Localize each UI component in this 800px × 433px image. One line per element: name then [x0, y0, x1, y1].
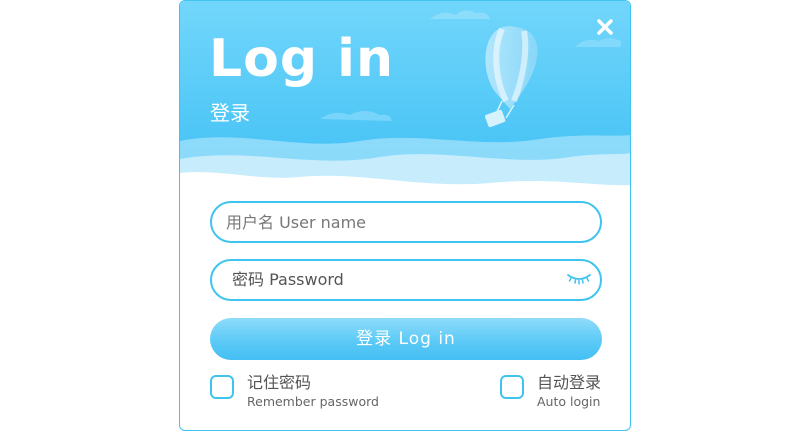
close-icon: [597, 19, 613, 35]
auto-login-checkbox[interactable]: [500, 375, 524, 399]
remember-password-checkbox[interactable]: [210, 375, 234, 399]
username-field[interactable]: [210, 201, 602, 243]
dialog-header: Log in 登录: [180, 1, 630, 196]
remember-password-label: 记住密码: [247, 373, 312, 392]
close-button[interactable]: [588, 11, 622, 41]
password-input[interactable]: 密码 Password: [232, 261, 344, 299]
page-subtitle: 登录: [210, 101, 250, 125]
auto-login-option[interactable]: 自动登录 Auto login: [500, 373, 610, 413]
password-visibility-toggle[interactable]: [566, 271, 592, 287]
auto-login-label: 自动登录: [537, 373, 602, 392]
auto-login-sublabel: Auto login: [537, 394, 601, 409]
page-title: Log in: [209, 29, 395, 89]
remember-password-option[interactable]: 记住密码 Remember password: [210, 373, 390, 413]
password-field[interactable]: 密码 Password: [210, 259, 602, 301]
login-button[interactable]: 登录 Log in: [210, 318, 602, 360]
login-dialog: Log in 登录 密码 Password 登录 Log in 记: [179, 0, 631, 431]
username-input[interactable]: [226, 203, 556, 241]
remember-password-sublabel: Remember password: [247, 394, 379, 409]
closed-eye-icon: [567, 274, 591, 285]
